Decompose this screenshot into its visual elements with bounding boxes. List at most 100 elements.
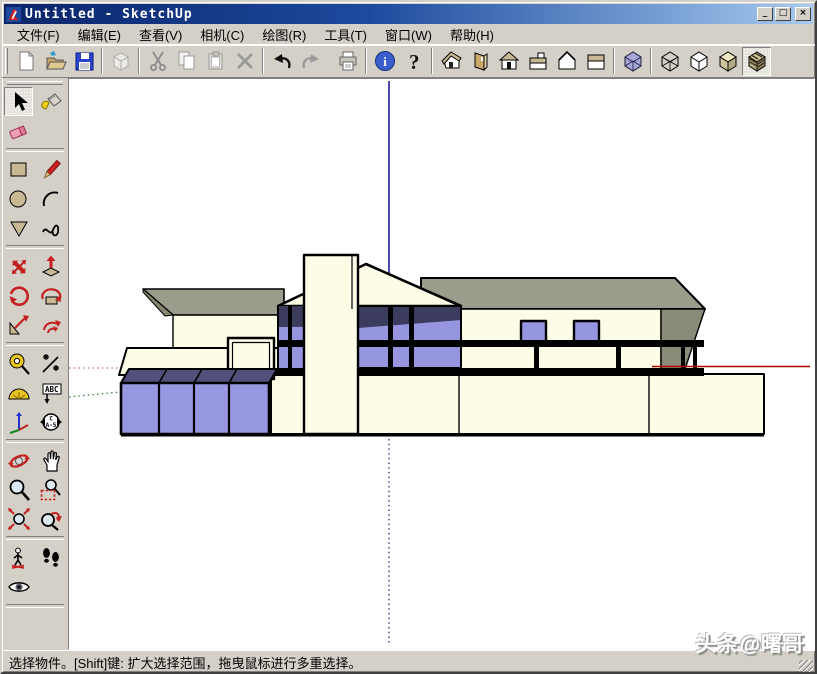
open-button[interactable]: [40, 47, 69, 76]
title-bar[interactable]: Untitled - SketchUp _ □ ×: [4, 4, 813, 24]
select-tool-button[interactable]: [4, 87, 33, 116]
scale-tool-button[interactable]: [4, 310, 33, 339]
axes-tool-button[interactable]: [4, 407, 33, 436]
polygon-icon: [7, 216, 31, 240]
rotate-tool-button[interactable]: [4, 281, 33, 310]
eraser-tool-button[interactable]: [4, 116, 33, 145]
iso-house-icon: [439, 49, 463, 73]
save-button[interactable]: [69, 47, 98, 76]
push-pull-tool-button[interactable]: [36, 252, 65, 281]
model-small-window[interactable]: [521, 321, 546, 342]
close-button[interactable]: ×: [795, 7, 811, 21]
help-button[interactable]: ?: [399, 47, 428, 76]
status-hint-text: 选择物件。[Shift]键: 扩大选择范围，拖曳鼠标进行多重选择。: [4, 653, 799, 672]
model-viewport[interactable]: [69, 79, 814, 649]
style-textured-button[interactable]: [742, 47, 771, 76]
style-wireframe-button[interactable]: [655, 47, 684, 76]
rotate-icon: [7, 284, 31, 308]
arc-tool-button[interactable]: [36, 184, 65, 213]
freehand-icon: [39, 216, 63, 240]
walk-tool-button[interactable]: [36, 543, 65, 572]
clipboard-icon: [204, 49, 228, 73]
new-document-icon: [14, 49, 38, 73]
rectangle-tool-button[interactable]: [4, 155, 33, 184]
look-around-button[interactable]: [4, 572, 33, 601]
3d-text-tool-button[interactable]: CA-5: [36, 407, 65, 436]
print-button[interactable]: [333, 47, 362, 76]
menu-view[interactable]: 查看(V): [130, 23, 191, 46]
minimize-button[interactable]: _: [757, 7, 773, 21]
palette-separator: [6, 439, 64, 443]
view-iso-button[interactable]: [436, 47, 465, 76]
move-tool-button[interactable]: [4, 252, 33, 281]
zoom-window-button[interactable]: [36, 475, 65, 504]
protractor-tool-button[interactable]: [4, 378, 33, 407]
letters-circle-icon: CA-5: [39, 410, 63, 434]
orbit-tool-button[interactable]: [4, 446, 33, 475]
redo-button[interactable]: [296, 47, 325, 76]
view-top-button[interactable]: [523, 47, 552, 76]
menu-tools[interactable]: 工具(T): [315, 23, 376, 46]
style-shaded-button[interactable]: [713, 47, 742, 76]
palette-empty-slot: [36, 572, 65, 601]
paste-button[interactable]: [201, 47, 230, 76]
arc-icon: [39, 187, 63, 211]
erase-button[interactable]: [230, 47, 259, 76]
dimension-tool-button[interactable]: [36, 349, 65, 378]
palette-empty-slot: [36, 116, 65, 145]
paint-bucket-button[interactable]: [36, 87, 65, 116]
menu-help[interactable]: 帮助(H): [441, 23, 503, 46]
entity-info-button[interactable]: i: [370, 47, 399, 76]
model-glass-boxes[interactable]: [121, 369, 277, 434]
save-floppy-icon: [72, 49, 96, 73]
text-tool-button[interactable]: ABC: [36, 378, 65, 407]
toolbar-grip[interactable]: [5, 48, 8, 74]
standard-toolbar: i ?: [2, 45, 815, 78]
view-front-button[interactable]: [494, 47, 523, 76]
toolbar-separator: [138, 48, 140, 74]
style-xray-button[interactable]: [618, 47, 647, 76]
toolbar-separator: [650, 48, 652, 74]
tape-measure-button[interactable]: [4, 349, 33, 378]
wireframe-cube-icon: [658, 49, 682, 73]
freehand-tool-button[interactable]: [36, 213, 65, 242]
drawing-canvas[interactable]: [68, 78, 815, 650]
house-model[interactable]: [119, 255, 764, 435]
menu-file[interactable]: 文件(F): [8, 23, 69, 46]
zoom-tool-button[interactable]: [4, 475, 33, 504]
copy-button[interactable]: [172, 47, 201, 76]
view-left-button[interactable]: [465, 47, 494, 76]
scale-icon: [7, 313, 31, 337]
undo-arrow-icon: [270, 49, 294, 73]
line-tool-button[interactable]: [36, 155, 65, 184]
polygon-tool-button[interactable]: [4, 213, 33, 242]
zoom-extents-button[interactable]: [4, 504, 33, 533]
follow-me-icon: [39, 284, 63, 308]
palette-grip[interactable]: [7, 81, 63, 85]
view-right-button[interactable]: [581, 47, 610, 76]
cut-button[interactable]: [143, 47, 172, 76]
resize-grip[interactable]: [799, 660, 813, 674]
view-back-button[interactable]: [552, 47, 581, 76]
pan-tool-button[interactable]: [36, 446, 65, 475]
model-small-window[interactable]: [574, 321, 599, 342]
model-right-roof[interactable]: [421, 278, 705, 309]
style-hidden-line-button[interactable]: [684, 47, 713, 76]
menu-draw[interactable]: 绘图(R): [253, 23, 315, 46]
maximize-button[interactable]: □: [775, 7, 791, 21]
circle-tool-button[interactable]: [4, 184, 33, 213]
model-chimney[interactable]: [304, 255, 358, 434]
offset-tool-button[interactable]: [36, 310, 65, 339]
back-house-icon: [555, 49, 579, 73]
follow-me-tool-button[interactable]: [36, 281, 65, 310]
make-component-button[interactable]: [106, 47, 135, 76]
menu-window[interactable]: 窗口(W): [376, 23, 441, 46]
menu-camera[interactable]: 相机(C): [191, 23, 253, 46]
zoom-previous-button[interactable]: [36, 504, 65, 533]
menu-edit[interactable]: 编辑(E): [69, 23, 130, 46]
position-camera-button[interactable]: [4, 543, 33, 572]
top-view-icon: [526, 49, 550, 73]
undo-button[interactable]: [267, 47, 296, 76]
toolbar-separator: [431, 48, 433, 74]
new-button[interactable]: [11, 47, 40, 76]
